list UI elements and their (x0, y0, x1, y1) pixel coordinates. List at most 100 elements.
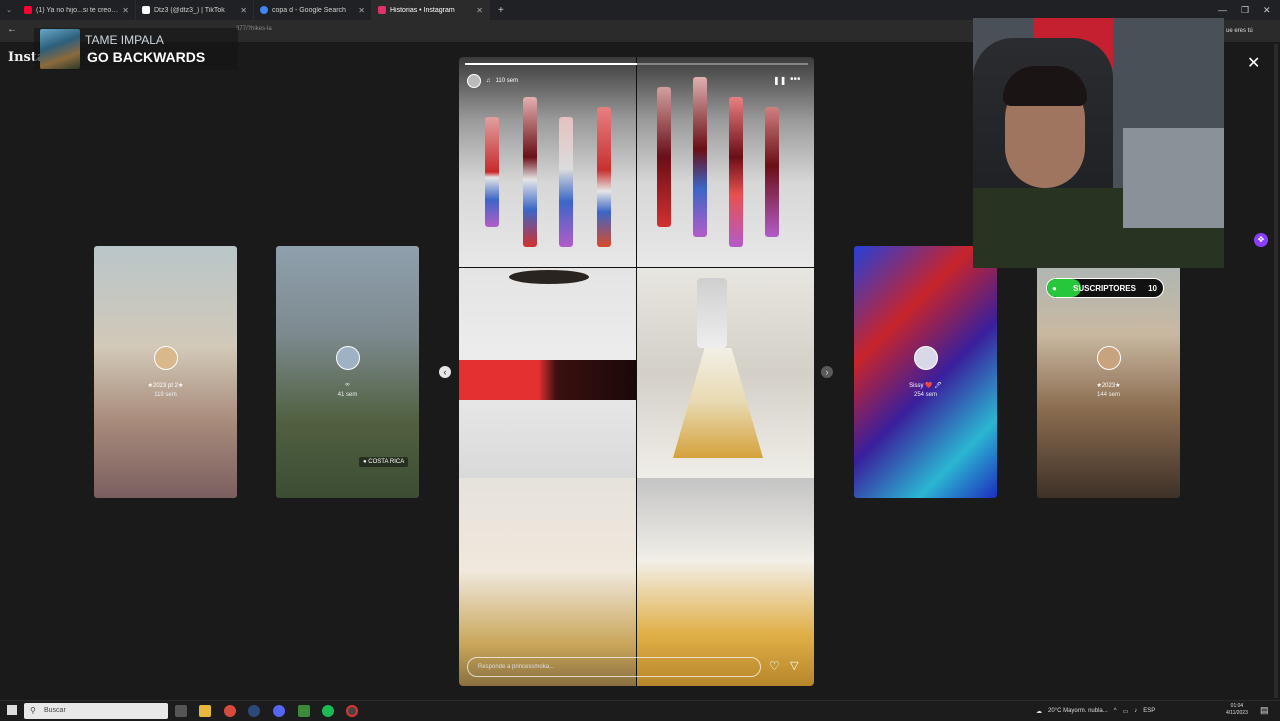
tab-instagram[interactable]: Historias • Instagram ✕ (372, 0, 490, 20)
extension-icon[interactable]: ✥ (1254, 233, 1268, 247)
spotify-icon[interactable] (322, 705, 334, 717)
story-age: 41 sem (337, 392, 358, 398)
story-time: 110 sem (495, 78, 519, 84)
main-story[interactable]: ♫ 110 sem ❚❚ ••• Responde a princessmoka… (459, 57, 814, 686)
location-pin-icon: ● (363, 459, 367, 465)
tab-tiktok[interactable]: Dtz3 (@dtz3_) | TikTok ✕ (136, 0, 254, 20)
task-view-icon[interactable] (175, 705, 187, 717)
bed (1123, 128, 1224, 228)
avatar (336, 346, 360, 370)
story-username: ★2023★ (1096, 383, 1121, 389)
chrome-icon[interactable] (224, 705, 236, 717)
new-tab-button[interactable]: + (498, 5, 504, 16)
foil-cap (697, 278, 727, 348)
notifications-icon[interactable]: ▤ (1260, 705, 1269, 716)
avatar (154, 346, 178, 370)
app-icon[interactable] (298, 705, 310, 717)
obs-icon[interactable] (346, 705, 358, 717)
like-icon[interactable]: ♡ (769, 659, 780, 673)
webcam-overlay (973, 18, 1224, 268)
back-icon[interactable]: ← (7, 24, 17, 35)
profile-text: ue eres tú (1226, 28, 1253, 34)
album-cover (40, 29, 80, 69)
avatar (1097, 346, 1121, 370)
song-title: GO BACKWARDS (87, 49, 206, 65)
blood-tube (559, 117, 573, 247)
blood-tube (657, 87, 671, 227)
story-preview[interactable]: Sissy ❤️ 🖊 254 sem (854, 246, 997, 498)
more-options-icon[interactable]: ••• (790, 74, 801, 85)
blood-tube (693, 77, 707, 237)
maximize-icon[interactable]: ❐ (1241, 0, 1249, 20)
story-username: ∞ (345, 382, 350, 388)
weather-icon: ☁ (1036, 708, 1042, 715)
tab-close-icon[interactable]: ✕ (476, 6, 483, 15)
blood-tube (729, 97, 743, 247)
story-preview[interactable]: ★2023 pt 2★ 119 sem (94, 246, 237, 498)
tray-chevron-icon[interactable]: ^ (1114, 708, 1117, 714)
file-explorer-icon[interactable] (199, 705, 211, 717)
window-close-icon[interactable]: ✕ (1263, 0, 1271, 20)
blood-tube (597, 107, 611, 247)
story-age: 254 sem (913, 392, 937, 398)
weather-text[interactable]: 20°C Mayorm. nubla... (1048, 708, 1108, 714)
tab-close-icon[interactable]: ✕ (240, 6, 247, 15)
previous-story-arrow-icon[interactable]: ‹ (439, 366, 451, 378)
steam-icon[interactable] (248, 705, 260, 717)
now-playing-overlay: TAME IMPALA GO BACKWARDS (34, 28, 238, 70)
google-icon (260, 6, 268, 14)
send-icon[interactable]: ▽ (790, 659, 798, 672)
tab-close-icon[interactable]: ✕ (358, 6, 365, 15)
url-field[interactable]: 377/?hikes-la (236, 26, 272, 32)
windows-start-icon[interactable] (7, 705, 17, 715)
browser-tabbar: ⌄ (1) Ya no hijo...si te creo hijo | C ✕… (0, 0, 1280, 20)
scrollbar[interactable] (1274, 44, 1278, 698)
avatar (914, 346, 938, 370)
story-image-flask-foam (637, 478, 814, 686)
artist-name: TAME IMPALA (85, 33, 164, 47)
tab-label: copa d - Google Search (272, 6, 346, 14)
story-image-tube-closeup (459, 268, 636, 478)
language-indicator[interactable]: ESP (1143, 708, 1155, 714)
subscriber-count: 10 (1148, 283, 1157, 293)
reply-input[interactable]: Responde a princessmoka... (467, 657, 761, 677)
clock-time: 01:04 (1230, 703, 1244, 709)
pause-icon[interactable]: ❚❚ (773, 76, 786, 85)
tab-label: (1) Ya no hijo...si te creo hijo | C (36, 6, 119, 14)
story-age: 119 sem (154, 392, 177, 398)
tab-google[interactable]: copa d - Google Search ✕ (254, 0, 372, 20)
story-preview[interactable]: ∞ 41 sem ● COSTA RICA (276, 246, 419, 498)
story-age: 144 sem (1096, 392, 1120, 398)
clock-date: 4/11/2023 (1226, 710, 1248, 716)
tab-label: Historias • Instagram (390, 6, 455, 14)
taskbar-search-input[interactable]: ⚲ Buscar (24, 703, 168, 719)
tiktok-icon (142, 6, 150, 14)
avatar[interactable] (467, 74, 481, 88)
discord-icon[interactable] (273, 705, 285, 717)
close-stories-icon[interactable]: ✕ (1247, 53, 1260, 73)
story-image-tubes (459, 57, 636, 267)
taskbar: ⚲ Buscar ☁ 20°C Mayorm. nubla... ^ ▭ ♪ E… (0, 700, 1280, 720)
blood-tube (523, 97, 537, 247)
story-username: Sissy ❤️ 🖊 (909, 383, 942, 389)
minimize-icon[interactable]: — (1218, 0, 1227, 20)
subscriber-counter: ● SUSCRIPTORES 10 (1046, 278, 1164, 298)
system-tray: ☁ 20°C Mayorm. nubla... ^ ▭ ♪ ESP (1036, 701, 1155, 721)
next-story-arrow-icon[interactable]: › (821, 366, 833, 378)
story-progress-bar (465, 63, 808, 65)
network-icon[interactable]: ▭ (1123, 708, 1129, 715)
tab-youtube[interactable]: (1) Ya no hijo...si te creo hijo | C ✕ (18, 0, 136, 20)
instagram-icon (378, 6, 386, 14)
volume-icon[interactable]: ♪ (1134, 708, 1137, 714)
blood-tube (765, 107, 779, 237)
story-image-flask-hand (459, 478, 636, 686)
story-image-tubes-2 (637, 57, 814, 267)
blood-tube (485, 117, 499, 227)
clock[interactable]: 01:04 4/11/2023 (1226, 703, 1248, 717)
location-sticker: ● COSTA RICA (359, 457, 409, 467)
tab-search-chevron-icon[interactable]: ⌄ (0, 6, 18, 14)
story-image-flask (637, 268, 814, 478)
tab-label: Dtz3 (@dtz3_) | TikTok (154, 6, 225, 14)
tab-close-icon[interactable]: ✕ (122, 6, 129, 15)
person-hair (1003, 66, 1087, 106)
